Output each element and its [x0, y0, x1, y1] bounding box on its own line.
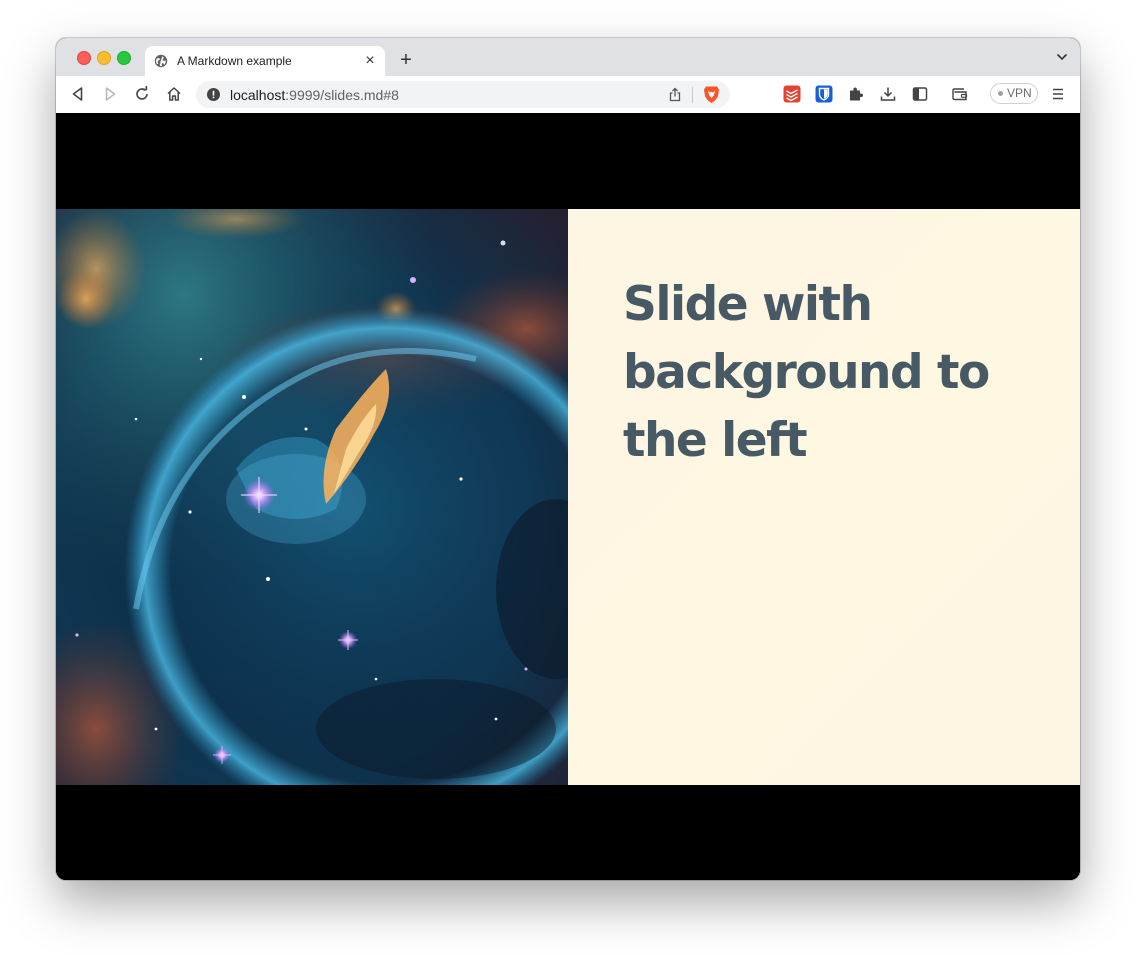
bitwarden-icon[interactable] — [815, 85, 833, 103]
reload-icon[interactable] — [133, 85, 151, 103]
globe-icon — [154, 54, 168, 68]
close-window-button[interactable] — [77, 51, 91, 65]
brave-lion-icon[interactable] — [703, 85, 720, 104]
slide-content-panel: Slide with background to the left — [568, 209, 1080, 785]
bubble-nebula-image — [56, 209, 568, 785]
tab-active[interactable]: A Markdown example × — [145, 46, 385, 76]
sidebar-icon[interactable] — [911, 85, 929, 103]
page-viewport: Slide with background to the left — [56, 113, 1080, 880]
info-icon[interactable] — [207, 88, 220, 101]
address-bar-divider — [692, 87, 693, 103]
toolbar: localhost:9999/slides.md#8 VPN — [56, 76, 1080, 114]
url-path: :9999/slides.md#8 — [285, 87, 399, 103]
tab-title: A Markdown example — [177, 54, 292, 68]
browser-window: A Markdown example × + localhost:9999/sl… — [56, 38, 1080, 880]
vpn-status-dot — [998, 91, 1003, 96]
wallet-icon[interactable] — [951, 85, 969, 103]
share-icon[interactable] — [668, 87, 682, 102]
forward-arrow-icon[interactable] — [101, 85, 119, 103]
slide[interactable]: Slide with background to the left — [56, 209, 1080, 785]
minimize-window-button[interactable] — [97, 51, 111, 65]
back-arrow-icon[interactable] — [69, 85, 87, 103]
close-icon[interactable]: × — [361, 52, 379, 70]
vpn-label: VPN — [1007, 86, 1032, 100]
url-host: localhost — [230, 87, 286, 103]
hamburger-menu-icon[interactable] — [1049, 85, 1067, 103]
todoist-icon[interactable] — [783, 85, 801, 103]
download-icon[interactable] — [879, 85, 897, 103]
zoom-window-button[interactable] — [117, 51, 131, 65]
puzzle-extensions-icon[interactable] — [847, 85, 865, 103]
tab-strip: A Markdown example × + — [56, 38, 1080, 76]
vpn-button[interactable]: VPN — [990, 83, 1038, 104]
address-bar[interactable]: localhost:9999/slides.md#8 — [196, 81, 730, 108]
url-text[interactable]: localhost:9999/slides.md#8 — [230, 87, 399, 103]
home-icon[interactable] — [165, 85, 183, 103]
plus-icon[interactable]: + — [396, 50, 416, 70]
slide-heading: Slide with background to the left — [623, 277, 990, 468]
chevron-down-icon[interactable] — [1056, 52, 1068, 62]
